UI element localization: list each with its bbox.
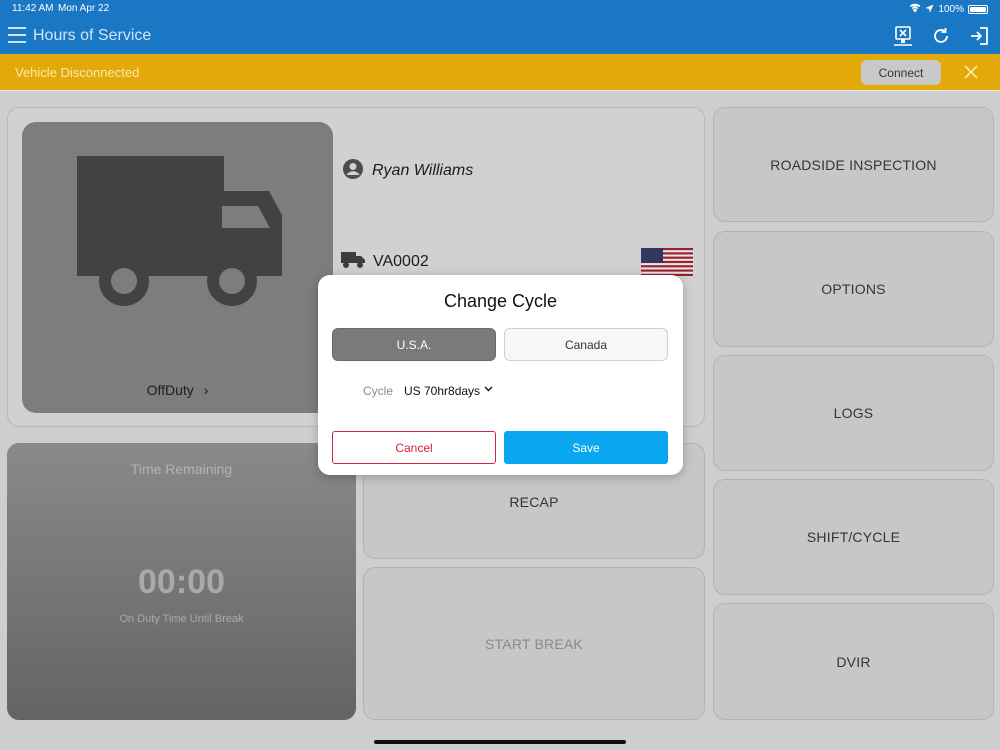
chevron-down-icon[interactable] <box>484 384 493 396</box>
change-cycle-dialog: Change Cycle U.S.A. Canada Cycle US 70hr… <box>318 275 683 475</box>
country-usa-option[interactable]: U.S.A. <box>332 328 496 361</box>
status-time: 11:42 AM <box>12 3 54 14</box>
banner-message: Vehicle Disconnected <box>15 65 140 80</box>
status-date: Mon Apr 22 <box>58 3 110 14</box>
home-indicator[interactable] <box>374 740 626 744</box>
menu-icon[interactable] <box>8 27 26 45</box>
location-icon <box>925 4 934 16</box>
cancel-button[interactable]: Cancel <box>332 431 496 464</box>
status-bar: 11:42 AM Mon Apr 22 100% <box>0 0 1000 18</box>
save-button[interactable]: Save <box>504 431 668 464</box>
vehicle-disconnected-banner: Vehicle Disconnected Connect <box>0 54 1000 90</box>
cycle-select[interactable]: US 70hr8days <box>404 384 480 398</box>
wifi-icon <box>909 3 921 16</box>
battery-icon <box>968 5 988 14</box>
dialog-title: Change Cycle <box>443 291 558 311</box>
refresh-icon[interactable] <box>930 25 952 47</box>
close-icon[interactable] <box>962 63 980 81</box>
disconnected-device-icon[interactable] <box>892 25 914 47</box>
nav-bar: Hours of Service <box>0 18 1000 54</box>
cycle-label: Cycle <box>363 384 394 398</box>
connect-button[interactable]: Connect <box>861 60 941 85</box>
nav-actions <box>892 25 990 47</box>
logout-icon[interactable] <box>968 25 990 47</box>
page-title: Hours of Service <box>33 27 152 44</box>
battery-percent: 100% <box>938 4 964 15</box>
country-canada-option[interactable]: Canada <box>504 328 668 361</box>
status-right: 100% <box>909 3 988 16</box>
